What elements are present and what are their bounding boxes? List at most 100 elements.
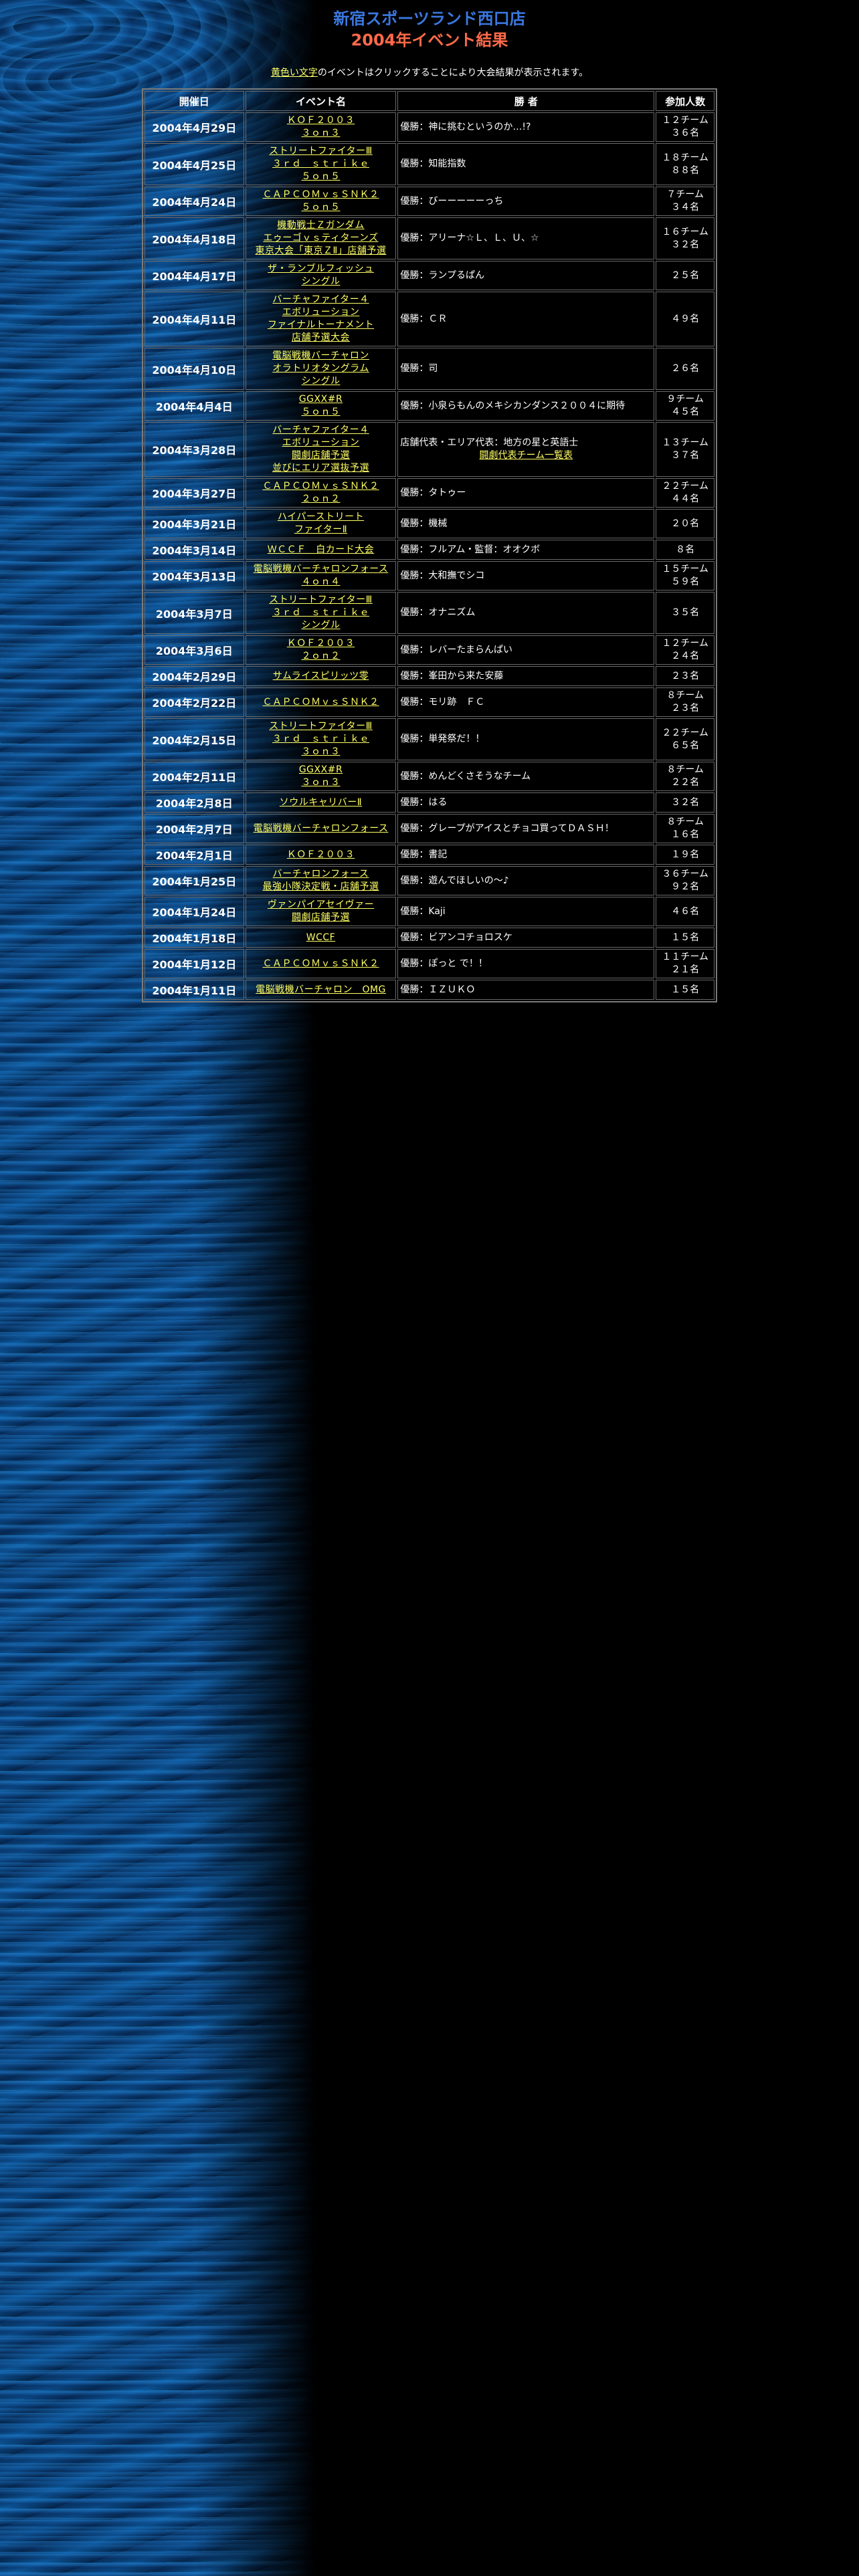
- event-link[interactable]: 闘劇店舗予選: [248, 449, 394, 462]
- winner-cell: 優勝：ビアンコチョロスケ: [397, 928, 655, 948]
- event-link[interactable]: 闘劇店舗予選: [248, 911, 394, 924]
- event-name-cell: ハイパーストリート ファイターⅡ: [245, 509, 397, 538]
- event-name-cell: ストリートファイターⅢ ３ｒｄ ｓｔｒｉｋｅ ３ｏｎ３: [245, 718, 397, 760]
- participant-count: ４６名: [671, 905, 700, 917]
- event-link[interactable]: ハイパーストリート: [248, 511, 394, 524]
- event-link[interactable]: ヴァンパイアセイヴァー: [248, 899, 394, 911]
- event-link[interactable]: 電脳戦機バーチャロンフォース: [248, 823, 394, 835]
- event-name-cell: ＫＯＦ２００３: [245, 845, 397, 865]
- event-link[interactable]: ＣＡＰＣＯＭｖｓＳＮＫ２: [248, 189, 394, 201]
- event-name-cell: ストリートファイターⅢ ３ｒｄ ｓｔｒｉｋｅ ５ｏｎ５: [245, 143, 397, 185]
- event-link[interactable]: ３ｏｎ３: [248, 127, 394, 140]
- participant-count: ６５名: [671, 740, 700, 751]
- table-row: 2004年2月29日 サムライスピリッツ零 優勝：峯田から来た安藤 ２３名: [145, 666, 714, 686]
- event-link[interactable]: オラトリオタングラム: [248, 362, 394, 375]
- participant-count-cell: １８チーム ８８名: [656, 143, 714, 185]
- event-link[interactable]: ＷＣＣＦ 白カード大会: [248, 544, 394, 556]
- winner-cell: 優勝：司: [397, 348, 655, 390]
- winner-text: 優勝：ＣＲ: [400, 313, 448, 324]
- header-event: イベント名: [245, 91, 397, 111]
- table-row: 2004年2月1日 ＫＯＦ２００３ 優勝：書記 １９名: [145, 845, 714, 865]
- event-link[interactable]: ＫＯＦ２００３: [248, 849, 394, 861]
- event-link[interactable]: 電脳戦機バーチャロン: [248, 350, 394, 362]
- representative-list-link[interactable]: 闘劇代表チーム一覧表: [400, 449, 652, 462]
- event-link[interactable]: ３ｒｄ ｓｔｒｉｋｅ: [248, 733, 394, 746]
- event-link[interactable]: 最強小隊決定戦・店舗予選: [248, 881, 394, 893]
- participant-count: ４９名: [671, 313, 700, 324]
- event-link[interactable]: ＣＡＰＣＯＭｖｓＳＮＫ２: [248, 696, 394, 709]
- winner-text: 優勝：書記: [400, 849, 448, 860]
- event-link[interactable]: ＣＡＰＣＯＭｖｓＳＮＫ２: [248, 480, 394, 493]
- event-link[interactable]: 電脳戦機バーチャロンフォース: [248, 563, 394, 576]
- event-link[interactable]: ＫＯＦ２００３: [248, 114, 394, 127]
- event-date: 2004年2月15日: [145, 718, 244, 760]
- event-link[interactable]: シングル: [248, 619, 394, 632]
- participant-count: １６名: [671, 829, 700, 840]
- event-link[interactable]: ２ｏｎ２: [248, 493, 394, 506]
- event-link[interactable]: ストリートファイターⅢ: [248, 145, 394, 158]
- winner-text: 優勝：モリ跡 ＦＣ: [400, 696, 485, 708]
- event-link[interactable]: サムライスピリッツ零: [248, 670, 394, 683]
- participant-count: ３４名: [671, 202, 700, 213]
- event-link[interactable]: ＫＯＦ２００３: [248, 637, 394, 650]
- event-link[interactable]: 店舗予選大会: [248, 332, 394, 344]
- event-link[interactable]: エゥーゴｖｓティターンズ: [248, 232, 394, 245]
- event-link[interactable]: エボリューション: [248, 437, 394, 449]
- table-row: 2004年3月27日 ＣＡＰＣＯＭｖｓＳＮＫ２ ２ｏｎ２ 優勝：タトゥー ２２チーム ４４…: [145, 478, 714, 508]
- event-link[interactable]: ３ｒｄ ｓｔｒｉｋｅ: [248, 607, 394, 619]
- participant-count: ２３名: [671, 703, 700, 714]
- event-name-cell: ザ・ランブルフィッシュ シングル: [245, 261, 397, 290]
- winner-cell: 優勝：書記: [397, 845, 655, 865]
- event-link[interactable]: GGXX#R: [248, 393, 394, 406]
- event-link[interactable]: ３ｒｄ ｓｔｒｉｋｅ: [248, 158, 394, 171]
- participant-count-cell: ２５名: [656, 261, 714, 290]
- table-row: 2004年1月12日 ＣＡＰＣＯＭｖｓＳＮＫ２ 優勝：ぽっと で！！ １１チーム ２１名: [145, 949, 714, 978]
- event-link[interactable]: ソウルキャリバーⅡ: [248, 796, 394, 809]
- winner-cell: 優勝：はる: [397, 792, 655, 813]
- event-link[interactable]: 機動戦士Ｚガンダム: [248, 219, 394, 232]
- event-link[interactable]: バーチャファイター４: [248, 294, 394, 306]
- event-link[interactable]: ３ｏｎ３: [248, 746, 394, 758]
- event-link[interactable]: バーチャファイター４: [248, 424, 394, 437]
- event-link[interactable]: ザ・ランブルフィッシュ: [248, 263, 394, 276]
- event-link[interactable]: ５ｏｎ５: [248, 171, 394, 183]
- event-name-cell: バーチャロンフォース 最強小隊決定戦・店舗予選: [245, 866, 397, 895]
- event-link[interactable]: エボリューション: [248, 306, 394, 319]
- event-link[interactable]: ３ｏｎ３: [248, 776, 394, 789]
- winner-cell: 優勝：オナニズム: [397, 592, 655, 634]
- participant-count: １２チーム: [662, 638, 708, 649]
- table-row: 2004年2月11日 GGXX#R ３ｏｎ３ 優勝：めんどくさそうなチーム ８チーム ２２…: [145, 762, 714, 791]
- event-link[interactable]: シングル: [248, 276, 394, 288]
- event-link[interactable]: 電脳戦機バーチャロン OMG: [248, 984, 394, 996]
- event-link[interactable]: バーチャロンフォース: [248, 868, 394, 881]
- event-link[interactable]: ファイナルトーナメント: [248, 319, 394, 332]
- event-link[interactable]: ４ｏｎ４: [248, 576, 394, 588]
- event-name-cell: GGXX#R ３ｏｎ３: [245, 762, 397, 791]
- participant-count-cell: ８チーム ２２名: [656, 762, 714, 791]
- event-link[interactable]: GGXX#R: [248, 764, 394, 776]
- event-link[interactable]: WCCF: [248, 932, 394, 944]
- table-row: 2004年4月11日 バーチャファイター４ エボリューション ファイナルトーナメント店…: [145, 292, 714, 346]
- participant-count: ７チーム: [666, 189, 704, 200]
- participant-count: ２２チーム: [662, 481, 708, 492]
- event-link[interactable]: ５ｏｎ５: [248, 201, 394, 214]
- winner-cell: 優勝：タトゥー: [397, 478, 655, 508]
- event-link[interactable]: ５ｏｎ５: [248, 406, 394, 419]
- event-link[interactable]: 東京大会「東京ＺⅡ」店舗予選: [248, 245, 394, 257]
- event-date: 2004年2月11日: [145, 762, 244, 791]
- participant-count: １９名: [671, 849, 700, 860]
- event-link[interactable]: ファイターⅡ: [248, 524, 394, 536]
- winner-text: 優勝：めんどくさそうなチーム: [400, 770, 531, 782]
- event-date: 2004年3月21日: [145, 509, 244, 538]
- event-link[interactable]: ストリートファイターⅢ: [248, 720, 394, 733]
- table-row: 2004年4月18日 機動戦士Ｚガンダム エゥーゴｖｓティターンズ 東京大会「東京ＺⅡ…: [145, 217, 714, 259]
- event-date: 2004年1月24日: [145, 897, 244, 926]
- event-link[interactable]: 並びにエリア選抜予選: [248, 462, 394, 475]
- event-date: 2004年1月18日: [145, 928, 244, 948]
- event-link[interactable]: シングル: [248, 375, 394, 388]
- event-link[interactable]: ストリートファイターⅢ: [248, 594, 394, 607]
- event-link[interactable]: ２ｏｎ２: [248, 650, 394, 663]
- event-link[interactable]: ＣＡＰＣＯＭｖｓＳＮＫ２: [248, 958, 394, 970]
- participant-count: １１チーム: [662, 952, 708, 962]
- results-table: 開催日 イベント名 勝 者 参加人数 2004年4月29日 ＫＯＦ２００３ ３ｏｎ３…: [142, 88, 717, 1002]
